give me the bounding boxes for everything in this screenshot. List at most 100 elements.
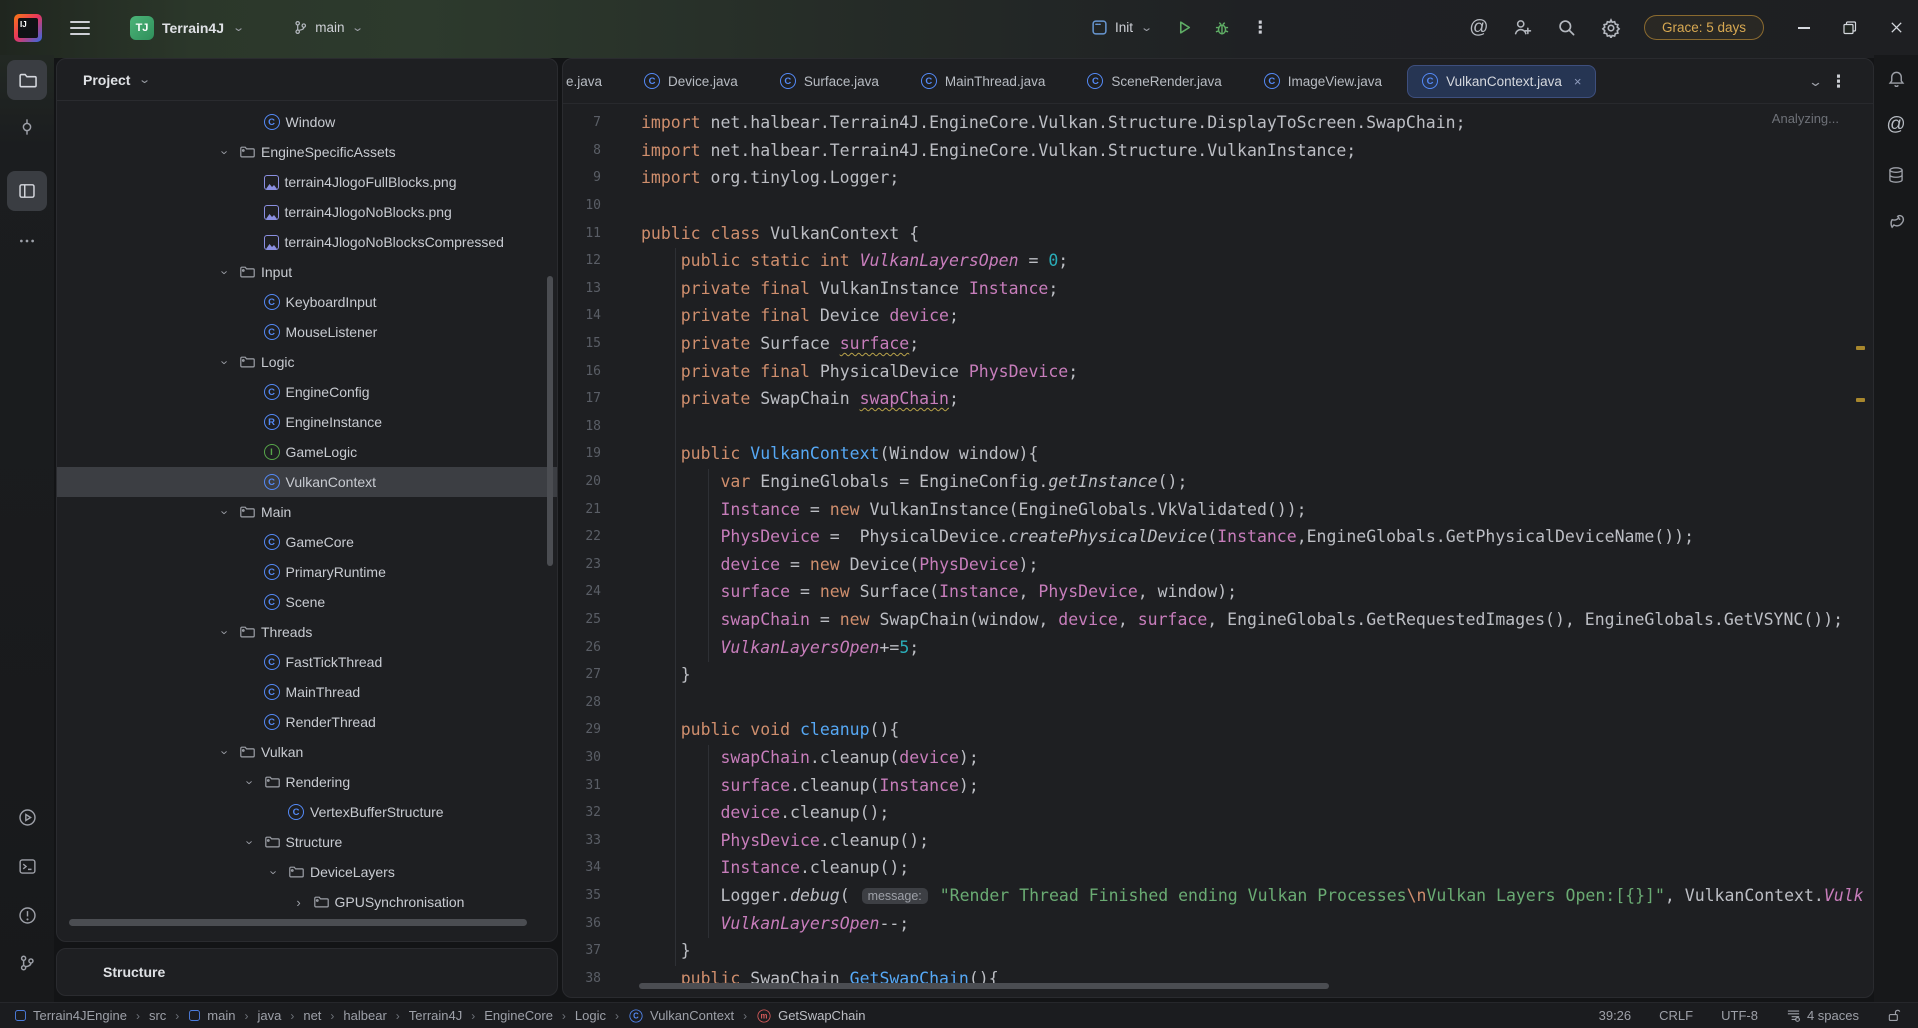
code-line-13[interactable]: 13 private final VulkanInstance Instance… [563, 275, 1873, 303]
code-line-31[interactable]: 31 surface.cleanup(Instance); [563, 771, 1873, 799]
tree-item-mouselistener[interactable]: CMouseListener [57, 317, 557, 347]
editor-tab-scenerender-java[interactable]: CSceneRender.java [1066, 59, 1242, 104]
run-tool-button[interactable] [7, 797, 47, 837]
tree-item-scene[interactable]: CScene [57, 587, 557, 617]
tree-item-structure[interactable]: ›Structure [57, 827, 557, 857]
project-panel-header[interactable]: Project ⌄ [57, 59, 557, 101]
breadcrumb-item-net[interactable]: net [303, 1008, 321, 1023]
code-line-27[interactable]: 27 } [563, 661, 1873, 689]
chevron-collapsed-icon[interactable]: › [291, 895, 307, 910]
structure-panel-bar[interactable]: Structure [56, 948, 558, 996]
window-close-button[interactable] [1886, 18, 1906, 38]
run-configuration-selector[interactable]: Init ⌄ [1085, 16, 1157, 39]
version-control-tool-button[interactable] [7, 943, 47, 983]
breadcrumb-item-logic[interactable]: Logic [575, 1008, 606, 1023]
write-access-lock-icon[interactable] [1887, 1008, 1902, 1023]
problems-tool-button[interactable] [7, 895, 47, 935]
code-line-17[interactable]: 17 private SwapChain swapChain; [563, 385, 1873, 413]
line-number[interactable]: 31 [563, 778, 625, 793]
code-line-26[interactable]: 26 VulkanLayersOpen+=5; [563, 633, 1873, 661]
tree-item-vertexbufferstructure[interactable]: CVertexBufferStructure [57, 797, 557, 827]
tree-item-logic[interactable]: ›Logic [57, 347, 557, 377]
line-number[interactable]: 10 [563, 198, 625, 213]
line-number[interactable]: 30 [563, 750, 625, 765]
line-number[interactable]: 13 [563, 281, 625, 296]
main-menu-hamburger-icon[interactable] [70, 21, 90, 35]
chevron-expanded-icon[interactable]: › [218, 264, 233, 280]
tree-item-devicelayers[interactable]: ›DeviceLayers [57, 857, 557, 887]
code-line-37[interactable]: 37 } [563, 937, 1873, 965]
line-number[interactable]: 21 [563, 502, 625, 517]
database-tool-button[interactable] [1876, 155, 1916, 195]
breadcrumb-item-java[interactable]: java [257, 1008, 281, 1023]
line-number[interactable]: 8 [563, 143, 625, 158]
license-badge[interactable]: Grace: 5 days [1644, 15, 1764, 40]
chevron-expanded-icon[interactable]: › [218, 624, 233, 640]
code-line-24[interactable]: 24 surface = new Surface(Instance, PhysD… [563, 578, 1873, 606]
warning-stripe-mark[interactable] [1856, 346, 1865, 350]
warning-stripe-mark[interactable] [1856, 398, 1865, 402]
tree-item-primaryruntime[interactable]: CPrimaryRuntime [57, 557, 557, 587]
tree-item-gamecore[interactable]: CGameCore [57, 527, 557, 557]
code-line-19[interactable]: 19 public VulkanContext(Window window){ [563, 440, 1873, 468]
line-number[interactable]: 27 [563, 667, 625, 682]
tree-vertical-scrollbar[interactable] [547, 276, 553, 566]
tree-item-gpusynchronisation[interactable]: ›GPUSynchronisation [57, 887, 557, 917]
tree-item-rendering[interactable]: ›Rendering [57, 767, 557, 797]
code-line-30[interactable]: 30 swapChain.cleanup(device); [563, 744, 1873, 772]
editor-tab-device-java[interactable]: CDevice.java [623, 59, 759, 104]
chevron-expanded-icon[interactable]: › [242, 834, 257, 850]
code-line-14[interactable]: 14 private final Device device; [563, 302, 1873, 330]
breadcrumb-item-getswapchain[interactable]: mGetSwapChain [756, 1008, 865, 1024]
indent-setting[interactable]: 4 spaces [1786, 1008, 1859, 1023]
editor-tab-mainthread-java[interactable]: CMainThread.java [900, 59, 1067, 104]
code-line-34[interactable]: 34 Instance.cleanup(); [563, 854, 1873, 882]
line-number[interactable]: 36 [563, 916, 625, 931]
tree-item-main[interactable]: ›Main [57, 497, 557, 527]
line-number[interactable]: 32 [563, 805, 625, 820]
chevron-expanded-icon[interactable]: › [242, 774, 257, 790]
line-number[interactable]: 29 [563, 722, 625, 737]
breadcrumb-item-terrain4jengine[interactable]: Terrain4JEngine [14, 1008, 127, 1023]
vcs-branch-widget[interactable]: main ⌄ [285, 16, 370, 39]
line-number[interactable]: 19 [563, 446, 625, 461]
ai-assistant-tool-button[interactable]: @ [1876, 105, 1916, 145]
breadcrumb-item-enginecore[interactable]: EngineCore [484, 1008, 553, 1023]
line-number[interactable]: 28 [563, 695, 625, 710]
tab-close-icon[interactable]: × [1574, 74, 1582, 89]
ai-assistant-icon[interactable]: @ [1468, 17, 1490, 39]
terminal-tool-button[interactable] [7, 846, 47, 886]
line-number[interactable]: 22 [563, 529, 625, 544]
line-number[interactable]: 20 [563, 474, 625, 489]
chevron-expanded-icon[interactable]: › [218, 354, 233, 370]
line-number[interactable]: 34 [563, 860, 625, 875]
code-line-28[interactable]: 28 [563, 688, 1873, 716]
code-line-23[interactable]: 23 device = new Device(PhysDevice); [563, 551, 1873, 579]
chevron-expanded-icon[interactable]: › [218, 744, 233, 760]
tree-item-threads[interactable]: ›Threads [57, 617, 557, 647]
code-line-32[interactable]: 32 device.cleanup(); [563, 799, 1873, 827]
run-button[interactable] [1173, 17, 1195, 39]
line-number[interactable]: 17 [563, 391, 625, 406]
tree-item-enginespecificassets[interactable]: ›EngineSpecificAssets [57, 137, 557, 167]
file-encoding[interactable]: UTF-8 [1721, 1008, 1758, 1023]
tree-horizontal-scrollbar[interactable] [69, 919, 527, 926]
tree-item-vulkancontext[interactable]: CVulkanContext [57, 467, 557, 497]
line-number[interactable]: 26 [563, 640, 625, 655]
code-line-9[interactable]: 9import org.tinylog.Logger; [563, 164, 1873, 192]
breadcrumb-item-terrain4j[interactable]: Terrain4J [409, 1008, 462, 1023]
chevron-expanded-icon[interactable]: › [267, 864, 282, 880]
code-line-16[interactable]: 16 private final PhysicalDevice PhysDevi… [563, 357, 1873, 385]
chevron-expanded-icon[interactable]: › [218, 504, 233, 520]
tree-item-mainthread[interactable]: CMainThread [57, 677, 557, 707]
line-ending[interactable]: CRLF [1659, 1008, 1693, 1023]
tree-item-input[interactable]: ›Input [57, 257, 557, 287]
code-line-18[interactable]: 18 [563, 413, 1873, 441]
line-number[interactable]: 16 [563, 364, 625, 379]
code-line-12[interactable]: 12 public static int VulkanLayersOpen = … [563, 247, 1873, 275]
line-number[interactable]: 11 [563, 226, 625, 241]
editor-tab-imageview-java[interactable]: CImageView.java [1243, 59, 1403, 104]
project-tool-button[interactable] [7, 60, 47, 100]
window-restore-button[interactable] [1840, 18, 1860, 38]
code-with-me-icon[interactable] [1512, 17, 1534, 39]
